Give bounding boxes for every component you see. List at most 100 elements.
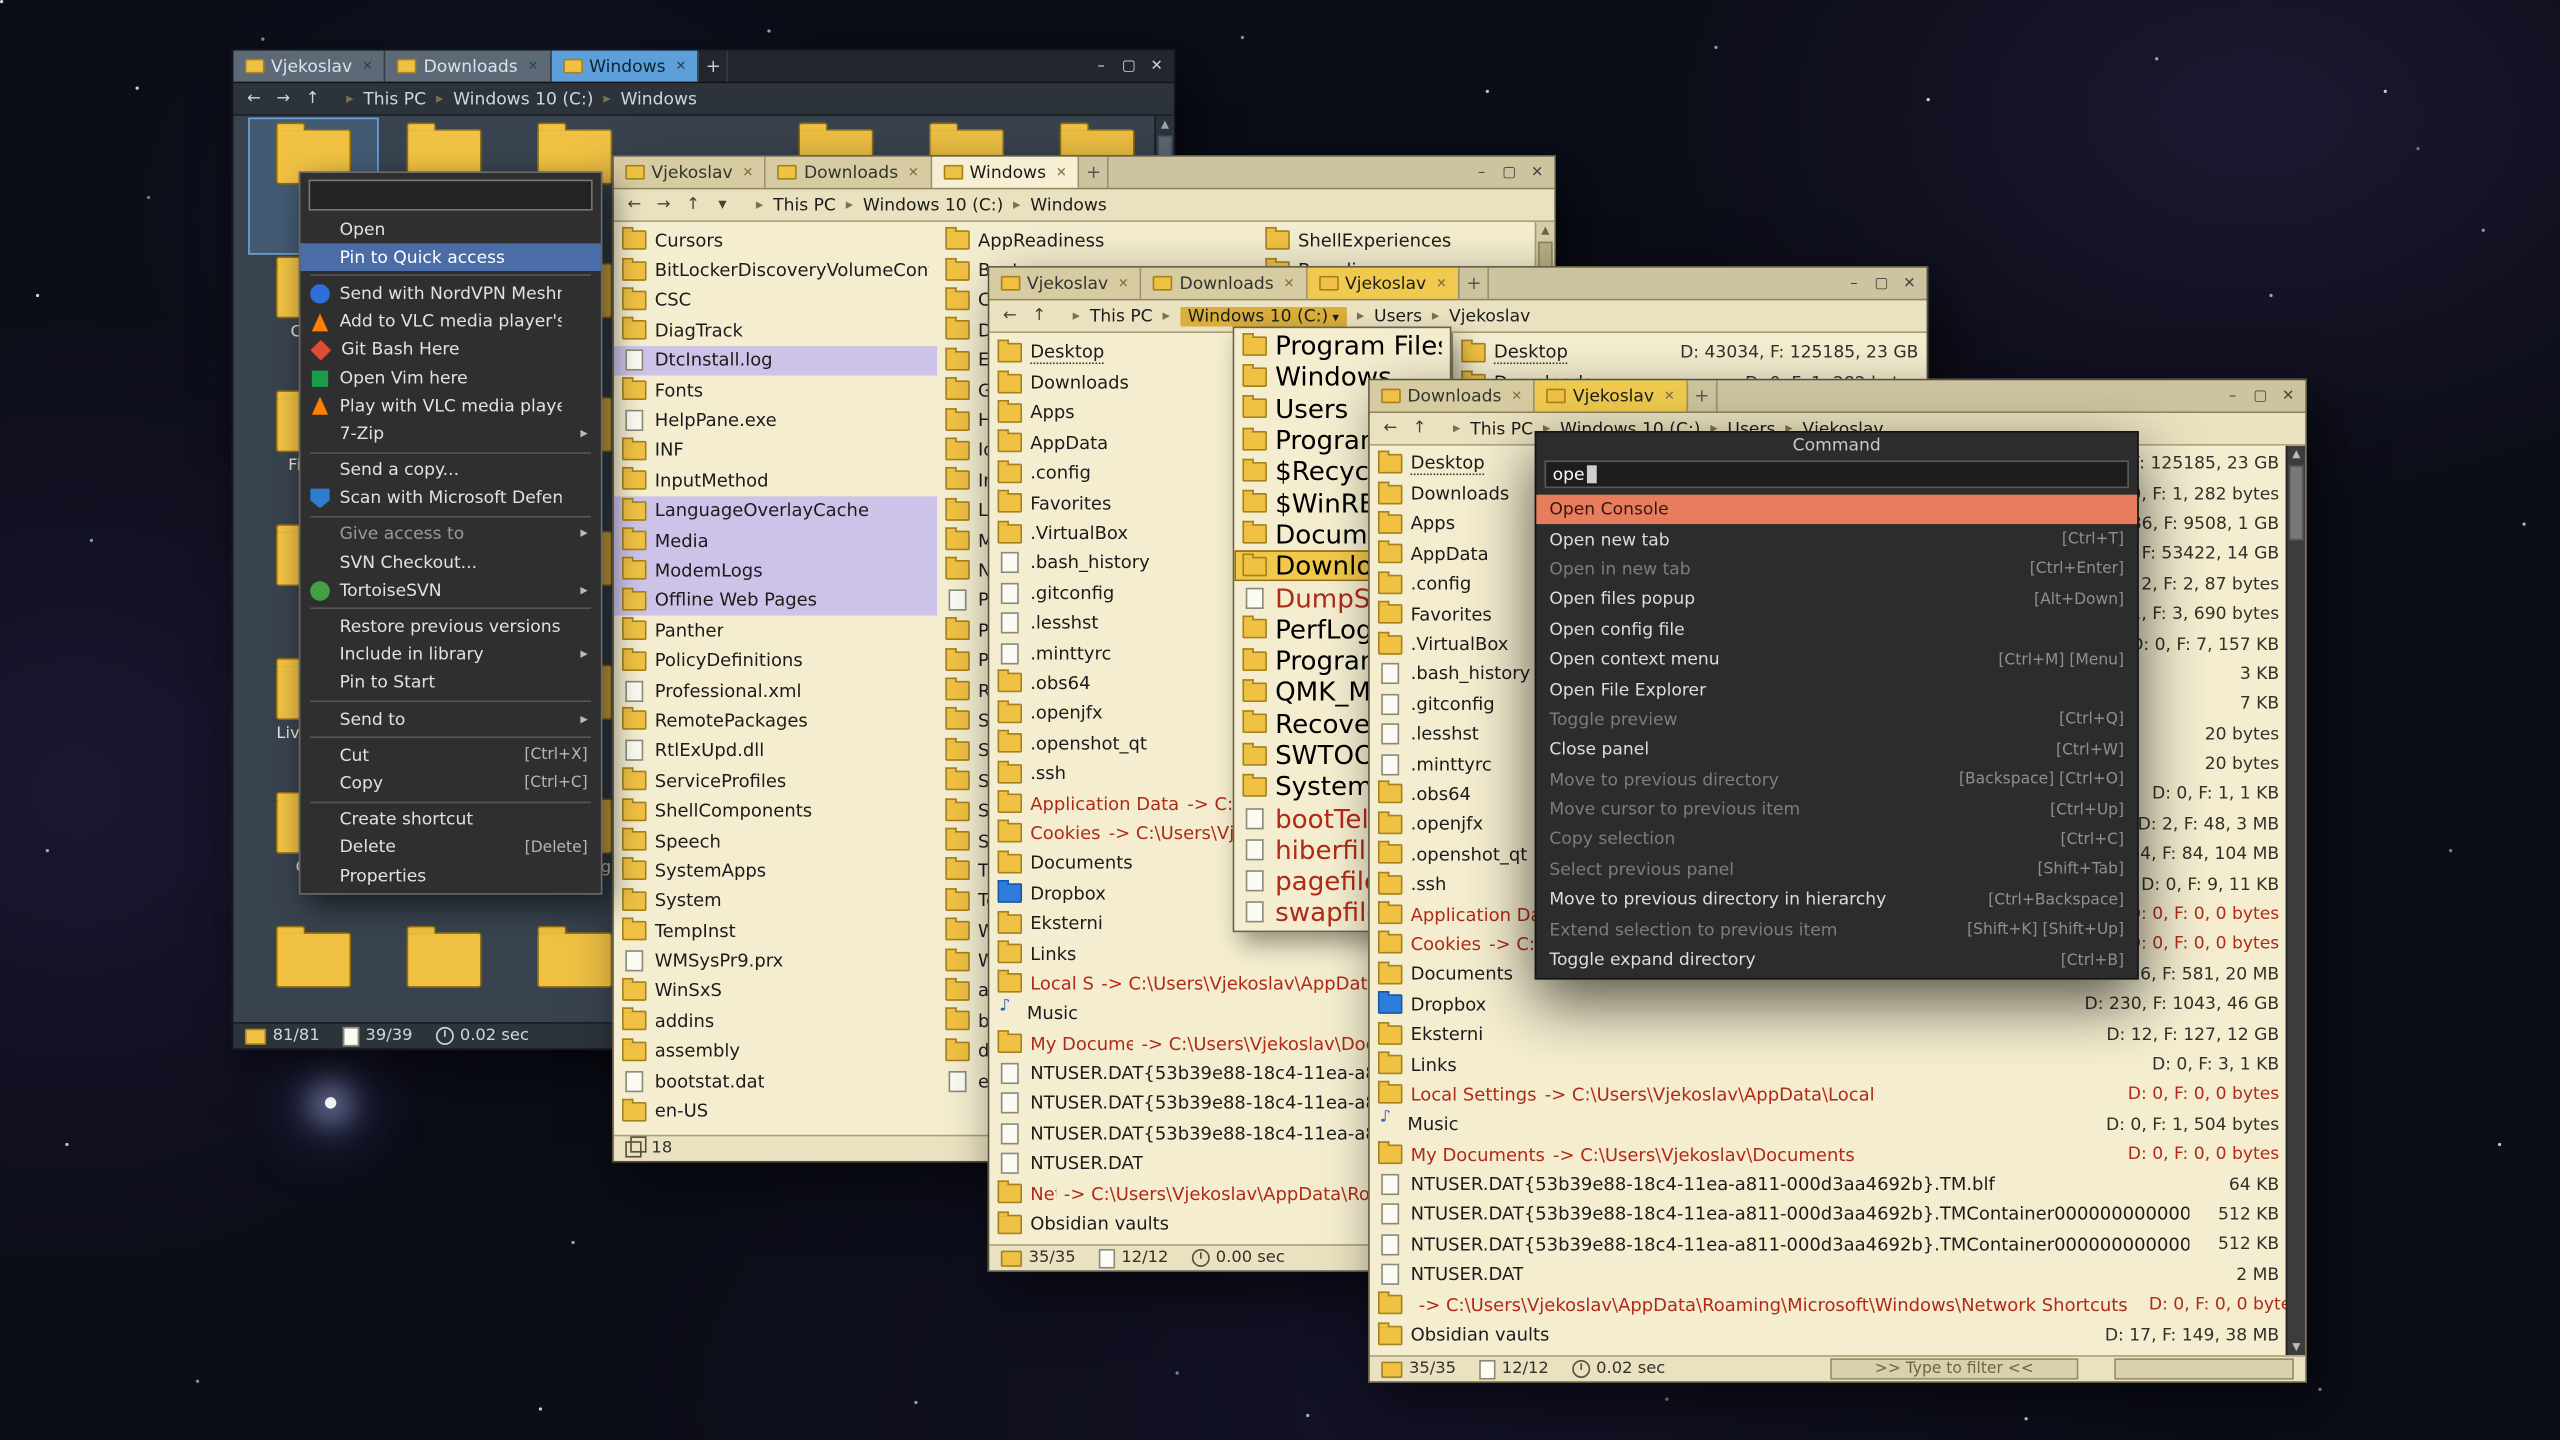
maximize-button[interactable]: ▢ <box>2247 384 2275 408</box>
context-menu-item[interactable] <box>310 516 591 518</box>
breadcrumb-segment[interactable]: This PC <box>1443 419 1533 439</box>
tab-close-icon[interactable] <box>1664 389 1675 404</box>
context-menu-item[interactable]: Play with VLC media player <box>300 392 600 420</box>
scrollbar-thumb[interactable] <box>2289 465 2304 540</box>
tab-close-icon[interactable] <box>1118 276 1129 291</box>
forward-icon[interactable]: → <box>651 193 675 216</box>
minimize-button[interactable]: – <box>2219 384 2247 408</box>
dropdown-item[interactable]: Program Files <box>1234 330 1450 362</box>
file-row[interactable]: ShellExperiences <box>1257 225 1518 255</box>
minimize-button[interactable]: – <box>1840 271 1868 295</box>
file-row[interactable]: My Documents-> C:\Users\Vjekoslav\Docume… <box>1370 1140 2288 1170</box>
file-row[interactable]: RtlExUpd.dll <box>614 736 937 766</box>
context-menu-item[interactable]: Properties <box>300 862 600 890</box>
context-menu-item[interactable] <box>310 801 591 803</box>
tab[interactable]: Vjekoslav <box>989 268 1142 299</box>
file-row[interactable]: Local Settings-> C:\Users\Vjekoslav\AppD… <box>1370 1080 2288 1110</box>
context-menu-item[interactable] <box>309 180 593 211</box>
command-item[interactable]: Open File Explorer <box>1536 675 2137 705</box>
file-row[interactable]: AppReadiness <box>937 225 1257 255</box>
file-row[interactable]: LinksD: 0, F: 3, 1 KB <box>1370 1049 2288 1079</box>
context-menu-item[interactable] <box>310 451 591 453</box>
file-row[interactable]: NTUSER.DAT2 MB <box>1370 1260 2288 1290</box>
maximize-button[interactable]: ▢ <box>1115 54 1143 78</box>
tab[interactable]: Vjekoslav <box>1535 380 1688 411</box>
breadcrumb-segment[interactable]: This PC <box>1063 306 1153 326</box>
file-row[interactable]: NetHood-> C:\Users\Vjekoslav\AppData\Roa… <box>1370 1290 2288 1320</box>
command-item[interactable]: Toggle expand directory[Ctrl+B] <box>1536 945 2137 975</box>
file-row[interactable]: WinSxS <box>614 976 937 1006</box>
context-menu-item[interactable]: Open <box>300 216 600 244</box>
context-menu-item[interactable]: 7-Zip <box>300 420 600 448</box>
file-row[interactable]: DtcInstall.log <box>614 345 937 375</box>
scroll-down-icon[interactable]: ▼ <box>2292 1339 2300 1355</box>
breadcrumb-segment[interactable]: This PC <box>746 195 836 215</box>
file-row[interactable]: System <box>614 886 937 916</box>
new-tab-button[interactable]: + <box>1080 157 1109 188</box>
command-item[interactable]: Open Console <box>1536 495 2137 525</box>
file-row[interactable]: Media <box>614 526 937 556</box>
tab[interactable]: Vjekoslav <box>233 51 386 82</box>
breadcrumb-segment[interactable]: Windows 10 (C:) <box>1153 306 1347 326</box>
up-icon[interactable]: ↑ <box>300 87 324 110</box>
file-row[interactable]: MusicD: 0, F: 1, 504 bytes <box>1370 1110 2288 1140</box>
back-icon[interactable]: ← <box>242 87 266 110</box>
tab-close-icon[interactable] <box>908 165 919 180</box>
file-row[interactable]: INF <box>614 435 937 465</box>
file-row[interactable]: DiagTrack <box>614 315 937 345</box>
maximize-button[interactable]: ▢ <box>1496 160 1524 184</box>
context-menu-item[interactable] <box>310 275 591 277</box>
context-menu-item[interactable]: Send with NordVPN Meshnet <box>300 280 600 308</box>
new-tab-button[interactable]: + <box>699 51 728 82</box>
command-item[interactable]: Move cursor to previous item[Ctrl+Up] <box>1536 795 2137 825</box>
up-icon[interactable]: ↑ <box>1027 304 1051 327</box>
command-item[interactable]: Open in new tab[Ctrl+Enter] <box>1536 555 2137 585</box>
context-menu-item[interactable]: Git Bash Here <box>300 336 600 364</box>
file-row[interactable]: Panther <box>614 616 937 646</box>
file-row[interactable]: WMSysPr9.prx <box>614 946 937 976</box>
command-item[interactable]: Open files popup[Alt+Down] <box>1536 585 2137 615</box>
tab-close-icon[interactable] <box>362 59 373 74</box>
back-icon[interactable]: ← <box>998 304 1022 327</box>
command-item[interactable]: Move to previous directory[Backspace] [C… <box>1536 765 2137 795</box>
tab-close-icon[interactable] <box>742 165 753 180</box>
close-button[interactable]: ✕ <box>2274 384 2302 408</box>
file-row[interactable]: InputMethod <box>614 466 937 496</box>
back-icon[interactable]: ← <box>1378 417 1402 440</box>
file-row[interactable]: bootstat.dat <box>614 1066 937 1096</box>
context-menu-item[interactable]: Copy[Ctrl+C] <box>300 770 600 798</box>
tab[interactable]: Downloads <box>766 157 932 188</box>
command-item[interactable]: Move to previous directory in hierarchy[… <box>1536 885 2137 915</box>
context-menu-item[interactable] <box>310 700 591 702</box>
tab-close-icon[interactable] <box>528 59 539 74</box>
tab-close-icon[interactable] <box>1056 165 1067 180</box>
file-row[interactable]: ModemLogs <box>614 556 937 586</box>
file-row[interactable]: DropboxD: 230, F: 1043, 46 GB <box>1370 989 2288 1019</box>
tab-close-icon[interactable] <box>1511 389 1522 404</box>
new-tab-button[interactable]: + <box>1460 268 1489 299</box>
file-row[interactable]: Speech <box>614 826 937 856</box>
tab[interactable]: Downloads <box>1370 380 1536 411</box>
context-menu-item[interactable]: Give access to <box>300 521 600 549</box>
up-icon[interactable]: ↑ <box>1407 417 1431 440</box>
context-menu-item[interactable]: Scan with Microsoft Defender... <box>300 484 600 512</box>
context-menu-item[interactable]: Cut[Ctrl+X] <box>300 742 600 770</box>
filter-input[interactable]: >> Type to filter << <box>1830 1358 2078 1379</box>
command-item[interactable]: Toggle preview[Ctrl+Q] <box>1536 705 2137 735</box>
command-item[interactable]: Open new tab[Ctrl+T] <box>1536 525 2137 555</box>
tab[interactable]: Downloads <box>1142 268 1308 299</box>
command-item[interactable]: Open config file <box>1536 615 2137 645</box>
tab-close-icon[interactable] <box>675 59 686 74</box>
vertical-scrollbar[interactable]: ▲ ▼ <box>2286 446 2306 1355</box>
file-row[interactable]: RemotePackages <box>614 706 937 736</box>
command-item[interactable]: Extend selection to previous item[Shift+… <box>1536 915 2137 945</box>
tab[interactable]: Vjekoslav <box>614 157 767 188</box>
context-menu-item[interactable]: Include in library <box>300 641 600 669</box>
folder-item[interactable] <box>380 922 507 1022</box>
breadcrumb-segment[interactable]: Windows <box>593 89 697 109</box>
breadcrumb-segment[interactable]: Windows <box>1003 195 1107 215</box>
file-row[interactable]: NTUSER.DAT{53b39e88-18c4-11ea-a811-000d3… <box>1370 1200 2288 1230</box>
maximize-button[interactable]: ▢ <box>1868 271 1896 295</box>
context-menu-item[interactable]: Pin to Start <box>300 669 600 697</box>
breadcrumb-segment[interactable]: This PC <box>336 89 426 109</box>
